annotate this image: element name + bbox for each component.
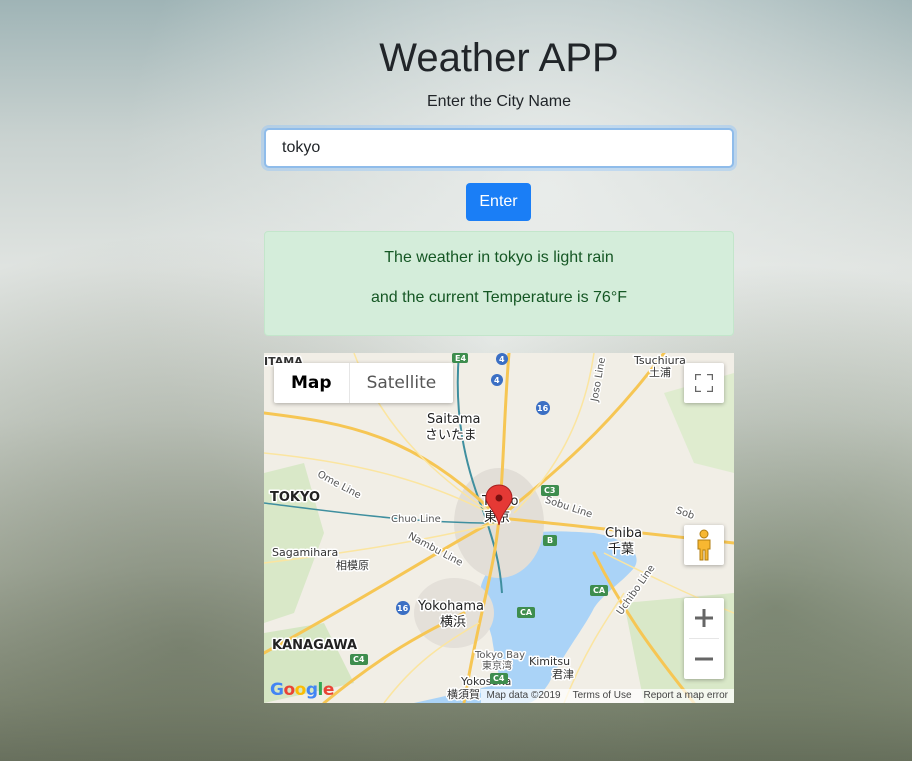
shield-c4b: C4 xyxy=(493,674,505,683)
shield-c4a: C4 xyxy=(353,655,365,664)
map-type-map-button[interactable]: Map xyxy=(274,363,350,403)
shield-c3: C3 xyxy=(544,486,555,495)
map-view[interactable]: ITAMA Tsuchiura 土浦 Joso Line Saitama さいた… xyxy=(264,353,734,703)
label-tsuchiura-jp: 土浦 xyxy=(649,366,671,379)
weather-description: The weather in tokyo is light rain xyxy=(384,249,614,266)
shield-4b: 4 xyxy=(494,376,500,385)
minus-icon xyxy=(695,657,713,661)
label-tokyo-bay-jp: 東京湾 xyxy=(482,659,512,672)
page-title: Weather APP xyxy=(379,36,619,80)
map-type-control: Map Satellite xyxy=(274,363,454,403)
city-input[interactable] xyxy=(264,128,734,168)
enter-button[interactable]: Enter xyxy=(466,183,531,221)
label-kimitsu-jp: 君津 xyxy=(552,668,574,681)
google-logo[interactable]: Google xyxy=(270,680,334,700)
label-saitama-jp: さいたま xyxy=(425,428,477,443)
city-prompt-label: Enter the City Name xyxy=(426,93,572,110)
label-chiba-jp: 千葉 xyxy=(608,542,634,557)
zoom-in-button[interactable] xyxy=(684,598,724,638)
label-yokosuka-jp: 横須賀 xyxy=(447,687,480,701)
label-yokohama-jp: 横浜 xyxy=(440,615,466,630)
shield-16b: 16 xyxy=(397,604,409,613)
label-chuo-line: Chuo Line xyxy=(391,514,441,525)
zoom-out-button[interactable] xyxy=(684,639,724,679)
label-saitama: Saitama xyxy=(427,412,481,427)
label-yokohama: Yokohama xyxy=(417,599,484,614)
map-type-satellite-button[interactable]: Satellite xyxy=(350,363,454,403)
map-footer: Map data ©2019 Terms of Use Report a map… xyxy=(480,689,734,703)
plus-icon xyxy=(695,609,713,627)
weather-result-alert: The weather in tokyo is light rain and t… xyxy=(264,231,734,336)
shield-4a: 4 xyxy=(499,355,505,364)
shield-e4: E4 xyxy=(455,354,466,363)
label-kanagawa: KANAGAWA xyxy=(272,638,357,653)
label-tokyo-pref: TOKYO xyxy=(270,490,320,505)
map-canvas[interactable]: ITAMA Tsuchiura 土浦 Joso Line Saitama さいた… xyxy=(264,353,734,703)
label-sagamihara-jp: 相模原 xyxy=(336,559,369,572)
temperature-text: and the current Temperature is 76°F xyxy=(370,289,627,306)
shield-16a: 16 xyxy=(537,404,549,413)
pegman-icon xyxy=(697,529,711,561)
shield-ca2: CA xyxy=(593,586,606,595)
street-view-pegman-button[interactable] xyxy=(684,525,724,565)
map-data-attribution: Map data ©2019 xyxy=(486,690,561,701)
shield-b: B xyxy=(547,536,553,545)
shield-ca1: CA xyxy=(520,608,533,617)
fullscreen-button[interactable] xyxy=(684,363,724,403)
label-kimitsu: Kimitsu xyxy=(529,655,570,668)
label-chiba: Chiba xyxy=(605,526,642,541)
label-sagamihara: Sagamihara xyxy=(272,546,338,559)
terms-of-use-link[interactable]: Terms of Use xyxy=(573,689,632,703)
label-tokyo-bay: Tokyo Bay xyxy=(474,650,525,661)
fullscreen-icon xyxy=(695,374,713,392)
zoom-control xyxy=(684,598,724,679)
report-map-error-link[interactable]: Report a map error xyxy=(644,689,728,703)
